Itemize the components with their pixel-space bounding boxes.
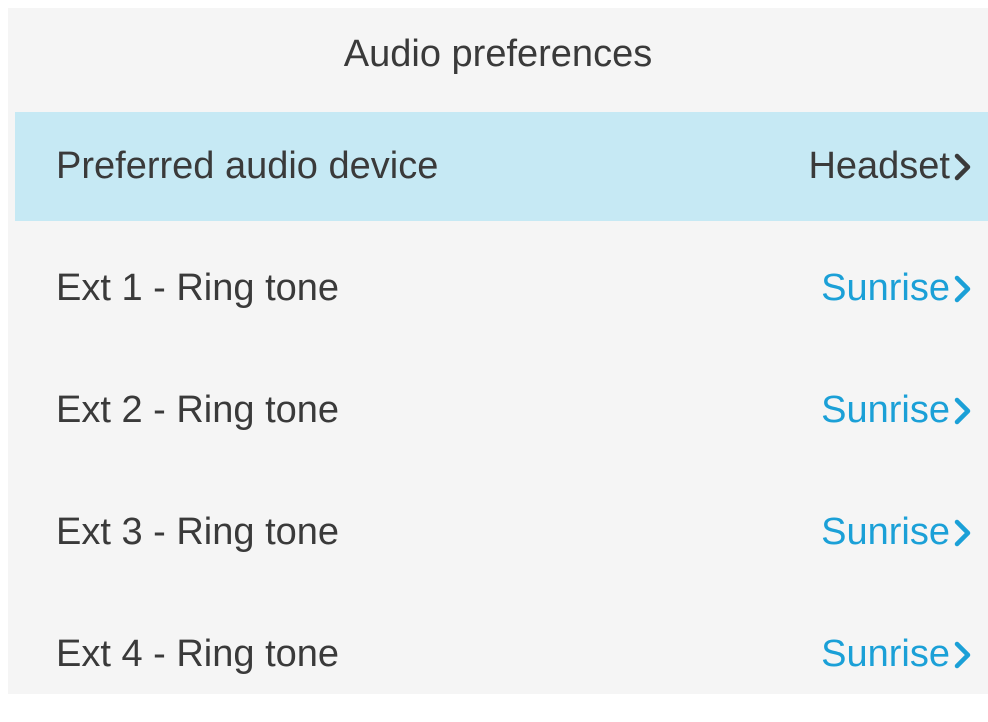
chevron-right-icon [952, 517, 974, 549]
list-item-value: Sunrise [821, 389, 950, 431]
list-item-preferred-audio-device[interactable]: Preferred audio device Headset [15, 112, 988, 221]
list-item-ext2-ring-tone[interactable]: Ext 2 - Ring tone Sunrise [15, 356, 988, 465]
list-item-label: Ext 3 - Ring tone [56, 511, 340, 553]
chevron-right-icon [952, 273, 974, 305]
chevron-right-icon [952, 639, 974, 671]
list-item-value: Sunrise [821, 633, 950, 675]
chevron-right-icon [952, 151, 974, 183]
chevron-right-icon [952, 395, 974, 427]
list-item-value: Sunrise [821, 511, 950, 553]
preferences-list: Preferred audio device Headset Ext 1 - R… [15, 112, 988, 722]
list-item-value: Headset [808, 145, 950, 187]
audio-preferences-screen: Audio preferences Preferred audio device… [8, 8, 988, 694]
list-item-label: Ext 4 - Ring tone [56, 633, 340, 675]
page-title: Audio preferences [343, 32, 653, 75]
list-item-value: Sunrise [821, 267, 950, 309]
list-item-label: Ext 1 - Ring tone [56, 267, 340, 309]
list-item-ext1-ring-tone[interactable]: Ext 1 - Ring tone Sunrise [15, 234, 988, 343]
list-item-ext3-ring-tone[interactable]: Ext 3 - Ring tone Sunrise [15, 478, 988, 587]
list-item-label: Ext 2 - Ring tone [56, 389, 340, 431]
list-item-ext4-ring-tone[interactable]: Ext 4 - Ring tone Sunrise [15, 600, 988, 709]
list-item-label: Preferred audio device [56, 145, 439, 187]
